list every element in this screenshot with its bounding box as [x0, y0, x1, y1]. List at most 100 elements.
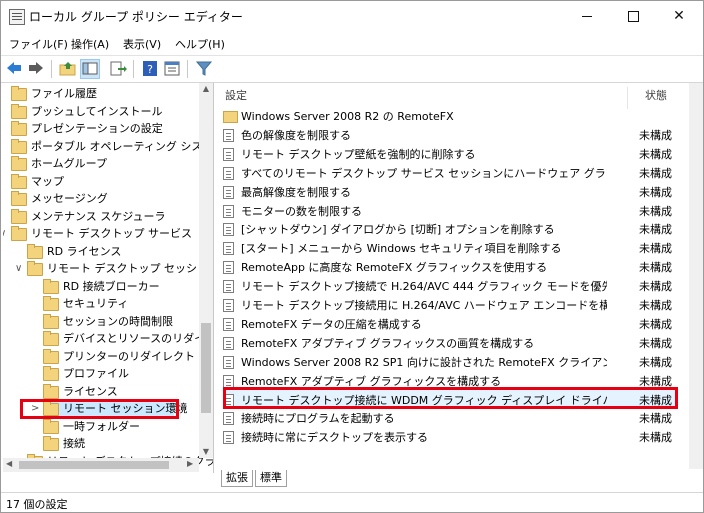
scroll-left-icon[interactable]: ◀	[6, 459, 12, 468]
tree-item[interactable]: マップ	[3, 173, 199, 191]
tree-item[interactable]: メッセージング	[3, 190, 199, 208]
tree-horizontal-scrollbar[interactable]: ◀ ▶	[3, 458, 199, 472]
menu-file[interactable]: ファイル(F)	[9, 36, 68, 52]
properties-icon[interactable]	[163, 60, 181, 77]
list-item[interactable]: リモート デスクトップ接続で H.264/AVC 444 グラフィック モードを…	[217, 277, 687, 296]
folder-icon	[11, 191, 27, 206]
list-item[interactable]: [スタート] メニューから Windows セキュリティ項目を削除する 未構成	[217, 239, 687, 258]
menu-view[interactable]: 表示(V)	[123, 36, 161, 52]
policy-setting-icon	[223, 280, 234, 294]
setting-name: Windows Server 2008 R2 の RemoteFX	[241, 110, 454, 123]
list-item[interactable]: 接続時にプログラムを起動する 未構成	[217, 409, 687, 428]
menu-bar: ファイル(F) 操作(A) 表示(V) ヘルプ(H)	[1, 33, 703, 53]
tree-item[interactable]: セッションの時間制限	[3, 313, 199, 331]
tree-item-label: プロファイル	[63, 367, 129, 380]
policy-tree[interactable]: ファイル履歴 プッシュしてインストール プレゼンテーションの設定 ポータブル オペレー…	[3, 83, 214, 473]
list-item[interactable]: 最高解像度を制限する 未構成	[217, 183, 687, 202]
tree-item-label: リモート デスクトップ セッション ホ	[47, 262, 214, 275]
tree-item[interactable]: プロファイル	[3, 365, 199, 383]
setting-name: Windows Server 2008 R2 SP1 向けに設計された Remo…	[241, 355, 607, 369]
list-item[interactable]: すべてのリモート デスクトップ サービス セッションにハードウェア グラフィック…	[217, 164, 687, 183]
setting-name: RemoteFX アダプティブ グラフィックスの画質を構成する	[241, 336, 535, 350]
setting-state: 未構成	[639, 280, 672, 294]
tree-item[interactable]: ∨ リモート デスクトップ セッション ホ	[3, 260, 213, 278]
show-hide-tree-icon[interactable]	[80, 59, 100, 79]
list-item[interactable]: Windows Server 2008 R2 SP1 向けに設計された Remo…	[217, 353, 687, 372]
list-item[interactable]: モニターの数を制限する 未構成	[217, 202, 687, 221]
policy-setting-icon	[223, 147, 234, 161]
tree-item[interactable]: RD 接続ブローカー	[3, 278, 199, 296]
tree-item[interactable]: プッシュしてインストール	[3, 103, 199, 121]
setting-name: すべてのリモート デスクトップ サービス セッションにハードウェア グラフィック…	[241, 166, 607, 180]
policy-setting-icon	[223, 374, 234, 388]
scroll-down-icon[interactable]: ▼	[199, 446, 213, 458]
list-item[interactable]: RemoteFX データの圧縮を構成する 未構成	[217, 315, 687, 334]
forward-arrow-icon[interactable]	[27, 60, 45, 76]
tab-standard[interactable]: 標準	[255, 470, 287, 487]
tree-item-label: RD ライセンス	[47, 244, 122, 258]
export-icon[interactable]	[109, 60, 127, 77]
close-icon: ✕	[673, 8, 685, 24]
up-folder-icon[interactable]	[59, 60, 77, 77]
column-divider[interactable]	[627, 87, 628, 109]
list-item[interactable]: リモート デスクトップ接続用に H.264/AVC ハードウェア エンコードを構…	[217, 296, 687, 315]
folder-icon	[11, 173, 27, 189]
app-icon	[9, 9, 25, 25]
scroll-right-icon[interactable]: ▶	[187, 459, 193, 468]
folder-icon	[11, 138, 27, 154]
policy-setting-icon	[223, 223, 234, 237]
close-button[interactable]: ✕	[656, 1, 702, 31]
tree-hscroll-thumb[interactable]	[19, 461, 169, 469]
tree-item[interactable]: 一時フォルダー	[3, 418, 199, 436]
list-item[interactable]: RemoteApp に高度な RemoteFX グラフィックスを使用する 未構成	[217, 258, 687, 277]
setting-state: 未構成	[639, 317, 672, 331]
tree-item-label: リモート デスクトップ サービス	[31, 227, 192, 240]
policy-setting-icon	[223, 242, 234, 256]
menu-action[interactable]: 操作(A)	[71, 36, 109, 52]
tree-item[interactable]: ホームグループ	[3, 155, 199, 173]
list-vertical-scrollbar[interactable]	[689, 83, 703, 469]
folder-icon	[43, 296, 59, 311]
tree-highlight-box	[20, 399, 179, 419]
tree-item[interactable]: RD ライセンス	[3, 243, 199, 261]
maximize-button[interactable]	[610, 1, 656, 31]
list-item[interactable]: リモート デスクトップ壁紙を強制的に削除する 未構成	[217, 145, 687, 164]
setting-name: 接続時に常にデスクトップを表示する	[241, 431, 428, 445]
tab-extended[interactable]: 拡張	[221, 470, 253, 487]
title-bar: ローカル グループ ポリシー エディター ✕	[1, 1, 703, 31]
tree-vertical-scrollbar[interactable]: ▲ ▼	[199, 83, 213, 458]
setting-name: リモート デスクトップ接続で H.264/AVC 444 グラフィック モードを…	[241, 280, 607, 294]
tree-item[interactable]: プリンターのリダイレクト	[3, 348, 199, 366]
toolbar-separator	[51, 60, 52, 78]
help-icon[interactable]: ?	[141, 60, 159, 77]
folder-icon	[11, 121, 27, 136]
chevron-down-icon[interactable]: ∨	[15, 260, 22, 278]
tree-item[interactable]: ポータブル オペレーティング システム	[3, 138, 213, 156]
list-item[interactable]: 色の解像度を制限する 未構成	[217, 126, 687, 145]
chevron-down-icon[interactable]: ∨	[3, 225, 6, 243]
tree-item[interactable]: ライセンス	[3, 383, 199, 401]
tree-item[interactable]: ファイル履歴	[3, 85, 199, 103]
setting-state: 未構成	[639, 299, 672, 312]
menu-help[interactable]: ヘルプ(H)	[175, 36, 225, 52]
folder-icon	[11, 86, 27, 101]
folder-icon	[43, 331, 59, 346]
back-arrow-icon[interactable]	[5, 60, 23, 76]
setting-state: 未構成	[639, 166, 672, 180]
list-item[interactable]: RemoteFX アダプティブ グラフィックスの画質を構成する 未構成	[217, 334, 687, 353]
tree-item[interactable]: デバイスとリソースのリダイレク	[3, 330, 213, 348]
tree-scroll-thumb[interactable]	[201, 323, 211, 413]
list-item[interactable]: [シャットダウン] ダイアログから [切断] オプションを削除する 未構成	[217, 220, 687, 239]
toolbar-separator	[133, 60, 134, 78]
tree-item[interactable]: 接続	[3, 435, 199, 453]
minimize-button[interactable]	[564, 1, 610, 31]
list-item[interactable]: 接続時に常にデスクトップを表示する 未構成	[217, 428, 687, 447]
tree-item-label: ホームグループ	[31, 157, 108, 170]
tree-item[interactable]: セキュリティ	[3, 295, 199, 313]
scroll-up-icon[interactable]: ▲	[199, 83, 213, 95]
tree-item[interactable]: メンテナンス スケジューラ	[3, 208, 199, 226]
tree-item[interactable]: プレゼンテーションの設定	[3, 120, 199, 138]
tree-item[interactable]: ∨ リモート デスクトップ サービス	[3, 225, 199, 243]
list-folder-row[interactable]: Windows Server 2008 R2 の RemoteFX	[217, 107, 687, 126]
filter-icon[interactable]	[195, 60, 213, 77]
